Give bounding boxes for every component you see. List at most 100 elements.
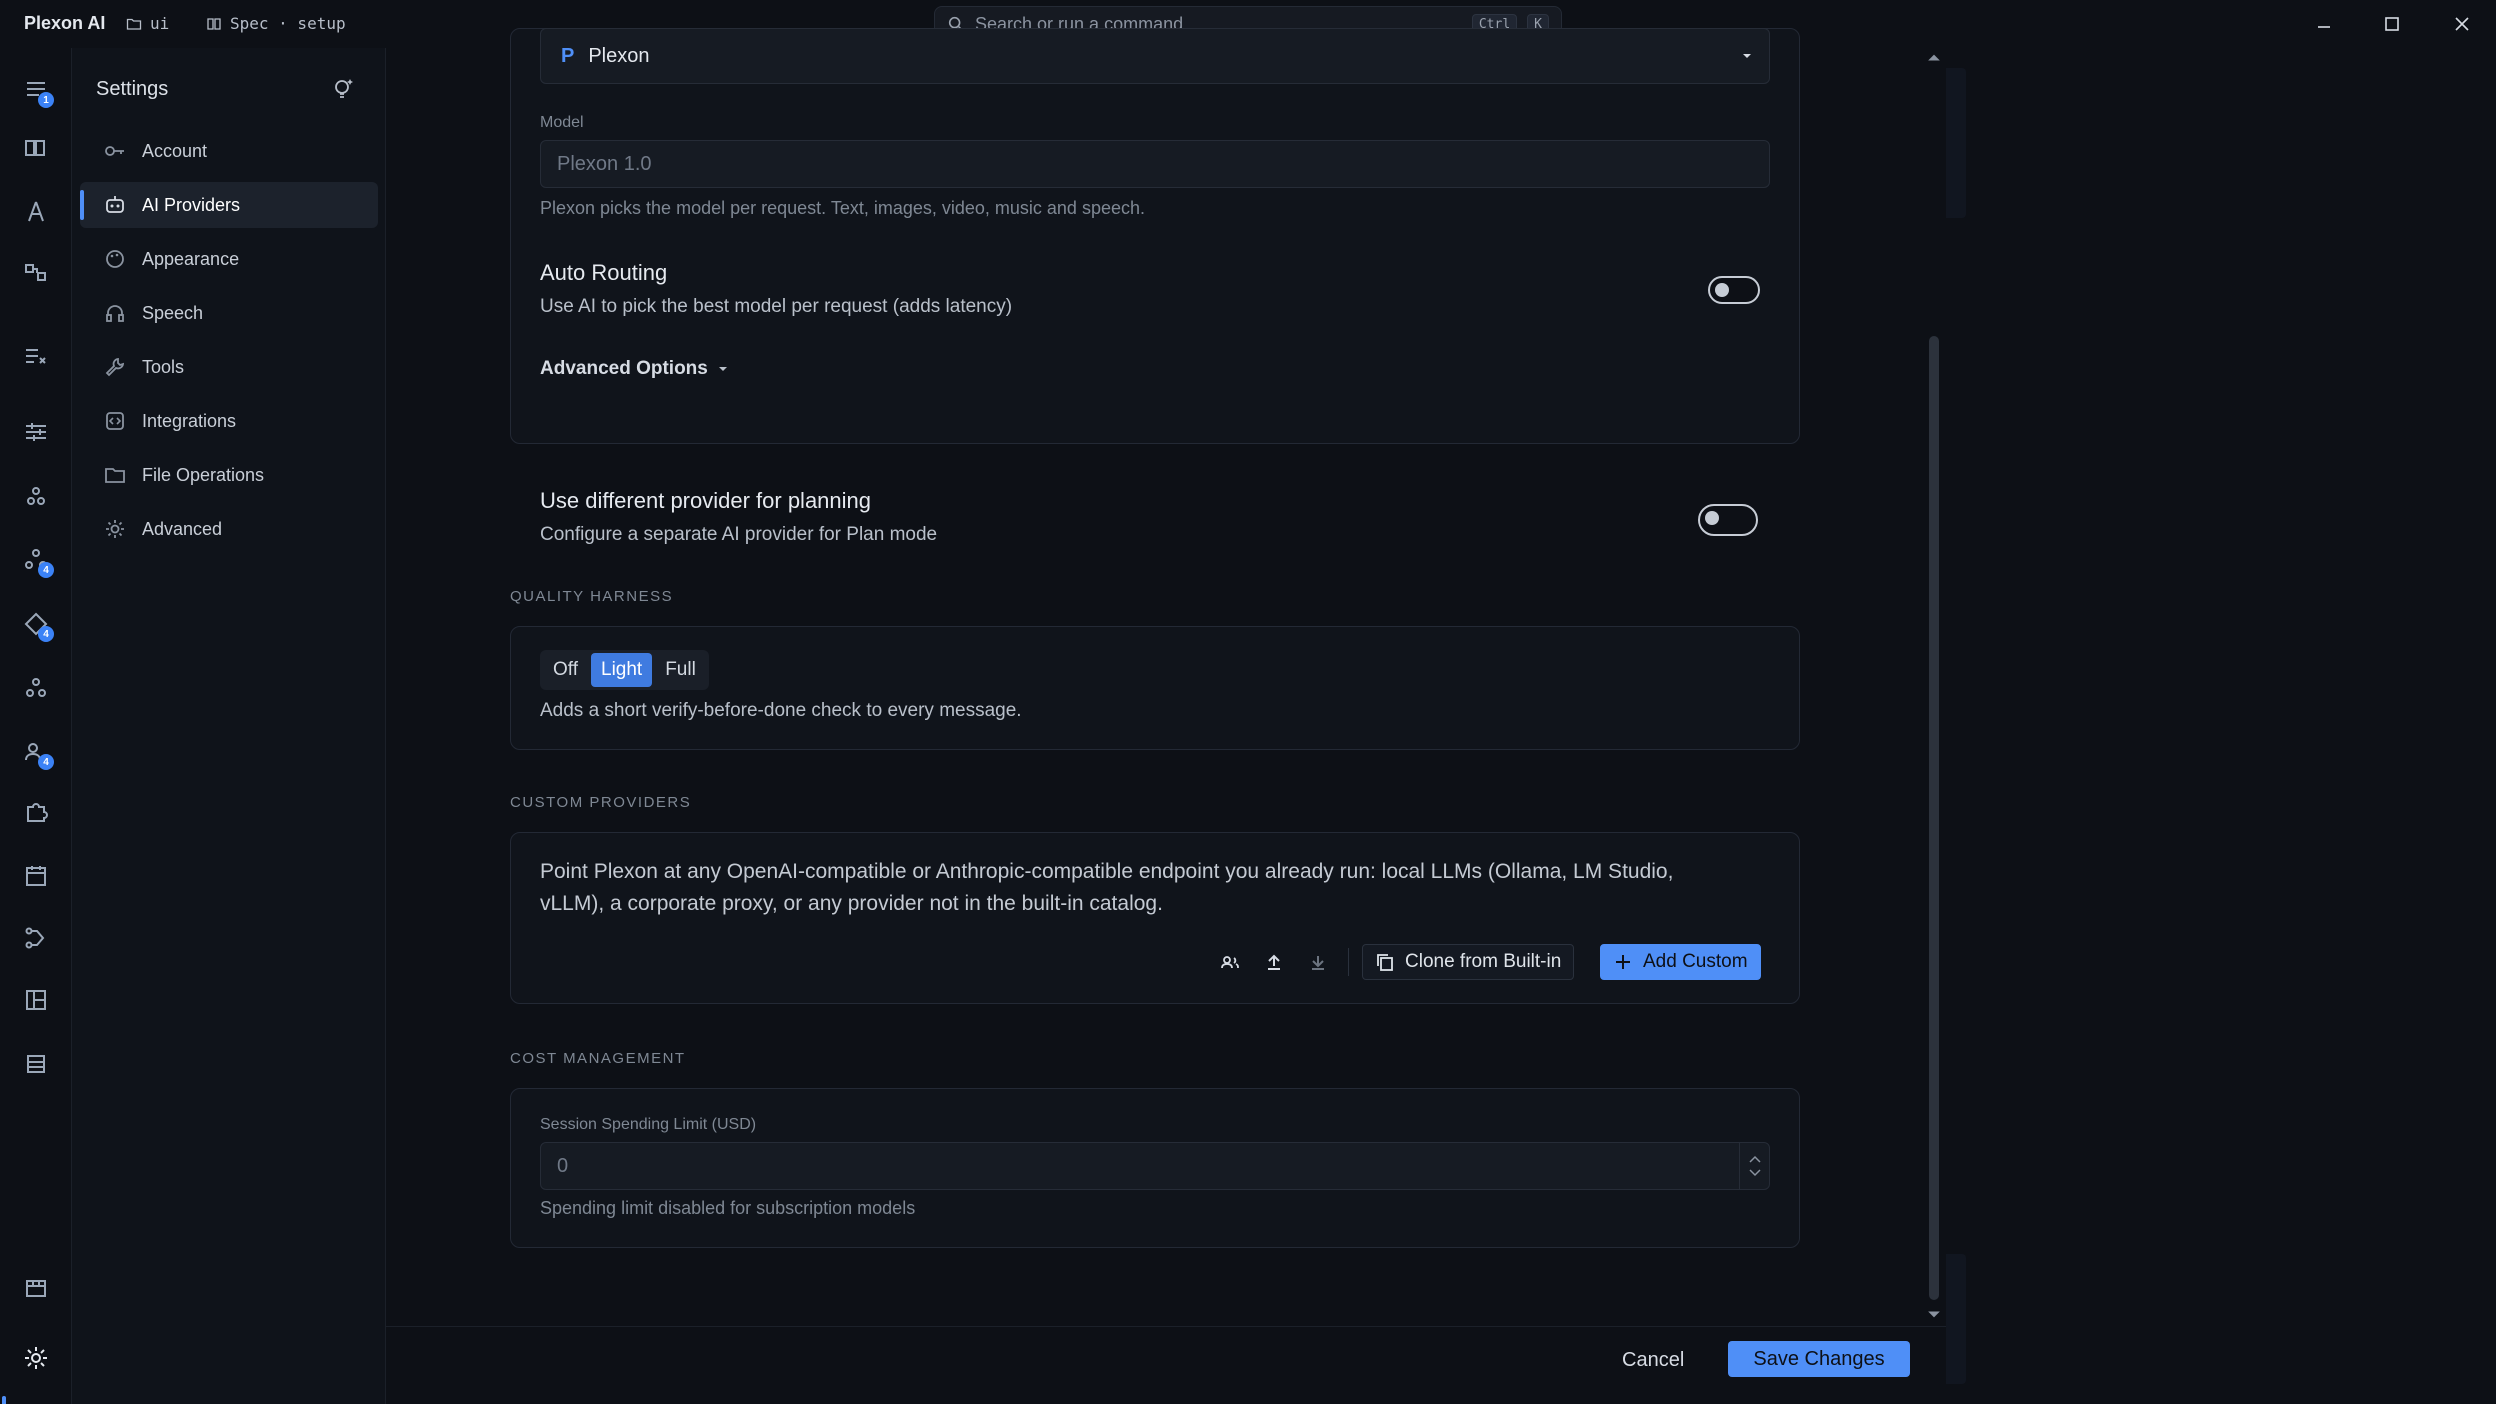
add-custom-button[interactable]: Add Custom	[1600, 944, 1761, 980]
rail-settings[interactable]	[20, 1342, 52, 1374]
scrollbar-thumb[interactable]	[1929, 336, 1939, 1300]
book-open-icon	[25, 140, 45, 156]
spending-limit-input[interactable]: 0	[540, 1142, 1770, 1190]
quality-segmented: Off Light Full	[540, 650, 709, 690]
provider-card	[510, 28, 1800, 444]
minimize-button[interactable]	[2312, 12, 2336, 36]
rail-layout[interactable]	[20, 984, 52, 1016]
rail-plugins[interactable]: 4	[20, 608, 54, 642]
sidebar-item-account[interactable]: Account	[80, 128, 378, 174]
folder-crumb[interactable]: ui	[126, 14, 169, 33]
gear-icon	[25, 1347, 47, 1369]
rail-active-indicator	[2, 1396, 6, 1404]
rail-agents[interactable]: 4	[20, 544, 54, 578]
provider-select[interactable]: P Plexon	[540, 28, 1770, 84]
sidebar-item-label: Account	[142, 140, 208, 161]
palette-icon	[106, 250, 124, 268]
scroll-down-icon[interactable]	[1927, 1310, 1941, 1320]
right-panel-edge	[1946, 1254, 1966, 1384]
maximize-button[interactable]	[2380, 12, 2404, 36]
key-icon	[105, 146, 124, 156]
chevron-down-icon[interactable]	[1748, 1169, 1761, 1177]
upload-icon	[1268, 954, 1280, 970]
model-input[interactable]: Plexon 1.0	[540, 140, 1770, 188]
sidebar-item-label: AI Providers	[142, 194, 241, 215]
quality-option-full[interactable]: Full	[655, 653, 706, 687]
store-icon	[26, 1280, 46, 1297]
right-panel	[1946, 48, 2496, 1404]
model-label: Model	[540, 114, 584, 131]
webhook-icon	[27, 487, 45, 505]
rail-users[interactable]: 4	[20, 736, 54, 770]
chevron-up-icon[interactable]	[1748, 1155, 1761, 1163]
export-button[interactable]	[1260, 948, 1288, 976]
right-panel-edge	[1946, 68, 1966, 218]
flow-icon	[25, 927, 45, 949]
import-button[interactable]	[1304, 948, 1332, 976]
close-button[interactable]	[2450, 12, 2474, 36]
rail-calendar[interactable]	[20, 860, 52, 892]
spec-crumb[interactable]: Spec · setup	[206, 14, 346, 33]
settings-footer: Cancel Save Changes	[386, 1326, 1946, 1404]
caret-down-icon	[718, 367, 727, 371]
rail-database[interactable]	[20, 1048, 52, 1080]
graph-icon	[25, 264, 46, 281]
spec-name: Spec · setup	[230, 14, 346, 33]
rail-badge: 4	[38, 626, 54, 642]
toolbar-divider	[1348, 948, 1349, 976]
sidebar-item-advanced[interactable]: Advanced	[80, 506, 378, 552]
model-help: Plexon picks the model per request. Text…	[540, 198, 1145, 218]
rail-store[interactable]	[20, 1272, 52, 1304]
rail-docs[interactable]	[20, 132, 52, 164]
dots-icon	[26, 678, 46, 697]
robot-icon	[106, 196, 124, 213]
clone-built-in-button[interactable]: Clone from Built-in	[1362, 944, 1575, 980]
rail-webhooks[interactable]	[20, 480, 52, 512]
rail-sliders[interactable]	[20, 416, 52, 448]
quality-section-label: QUALITY HARNESS	[510, 588, 674, 605]
compass-icon	[28, 201, 44, 222]
sliders-icon	[26, 423, 46, 441]
headphones-icon	[106, 305, 124, 322]
rail-badge: 4	[38, 754, 54, 770]
plug-icon	[106, 412, 124, 430]
sync-button[interactable]	[1216, 948, 1244, 976]
clone-label: Clone from Built-in	[1405, 951, 1562, 972]
provider-logo-icon: P	[561, 44, 575, 67]
sidebar-item-tools[interactable]: Tools	[80, 344, 378, 390]
sidebar-item-integrations[interactable]: Integrations	[80, 398, 378, 444]
advanced-options-toggle[interactable]: Advanced Options	[540, 358, 728, 380]
add-custom-label: Add Custom	[1643, 951, 1748, 972]
database-icon	[27, 1055, 45, 1073]
quality-option-off[interactable]: Off	[543, 653, 588, 687]
lightbulb-icon[interactable]	[330, 76, 356, 102]
sidebar-item-appearance[interactable]: Appearance	[80, 236, 378, 282]
model-value: Plexon 1.0	[557, 152, 652, 175]
planning-toggle[interactable]	[1698, 504, 1758, 536]
sidebar-item-ai-providers[interactable]: AI Providers	[80, 182, 378, 228]
rail-sessions[interactable]: 1	[20, 74, 54, 108]
spending-limit-help: Spending limit disabled for subscription…	[540, 1198, 916, 1218]
rail-extensions[interactable]	[20, 796, 52, 828]
rail-dots[interactable]	[20, 672, 52, 704]
number-stepper[interactable]	[1739, 1143, 1769, 1189]
rail-tasks[interactable]	[20, 340, 52, 372]
auto-routing-toggle[interactable]	[1708, 276, 1760, 304]
rail-graph[interactable]	[20, 258, 52, 290]
sidebar-item-speech[interactable]: Speech	[80, 290, 378, 336]
cancel-button[interactable]: Cancel	[1622, 1349, 1684, 1372]
quality-option-light[interactable]: Light	[591, 653, 653, 687]
save-changes-button[interactable]: Save Changes	[1728, 1341, 1910, 1377]
scroll-up-icon[interactable]	[1927, 52, 1941, 62]
settings-content: P Plexon Model Plexon 1.0 Plexon picks t…	[386, 28, 1946, 1404]
folder-name: ui	[150, 14, 170, 33]
rail-compass[interactable]	[20, 196, 52, 228]
rail-flow[interactable]	[20, 922, 52, 954]
close-icon	[2455, 17, 2469, 31]
sidebar-item-label: Tools	[142, 356, 185, 377]
settings-title: Settings	[96, 78, 169, 100]
tasks-icon	[26, 349, 46, 364]
people-sync-icon	[1221, 956, 1239, 969]
sidebar-item-file-operations[interactable]: File Operations	[80, 452, 378, 498]
activity-rail: 1 4 4 4	[0, 48, 72, 1404]
